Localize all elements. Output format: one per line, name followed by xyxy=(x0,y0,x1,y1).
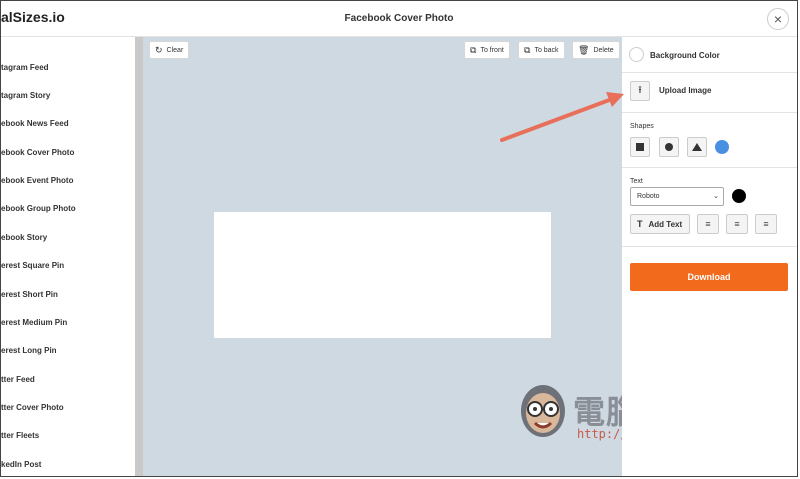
header: alSizes.io Facebook Cover Photo × xyxy=(1,1,797,37)
square-icon xyxy=(636,143,644,151)
upload-icon: ⭱ xyxy=(638,84,642,96)
align-center-icon: ≡ xyxy=(734,219,740,229)
shape-color-picker[interactable] xyxy=(715,140,729,154)
add-text-label: Add Text xyxy=(648,219,683,229)
text-title: Text xyxy=(630,178,643,185)
text-color-picker[interactable] xyxy=(732,189,746,203)
sidebar-item-facebook-group-photo[interactable]: ebook Group Photo xyxy=(1,204,76,213)
sidebar-item-twitter-fleets[interactable]: tter Fleets xyxy=(1,431,39,440)
refresh-icon: ↻ xyxy=(155,44,163,55)
align-right-icon: ≡ xyxy=(763,219,769,229)
to-back-label: To back xyxy=(534,46,559,54)
right-panel: Background Color ⭱ Upload Image Shapes T… xyxy=(622,37,797,476)
background-color-section: Background Color xyxy=(622,37,797,73)
square-shape-button[interactable] xyxy=(630,137,650,157)
send-back-icon: ⧉ xyxy=(524,44,531,55)
sidebar-item-linkedin-post[interactable]: kedIn Post xyxy=(1,460,41,469)
font-select[interactable]: Roboto ⌄ xyxy=(630,187,724,206)
sidebar-item-instagram-feed[interactable]: tagram Feed xyxy=(1,63,49,72)
align-left-icon: ≡ xyxy=(705,219,711,229)
align-left-button[interactable]: ≡ xyxy=(697,214,719,234)
sidebar: tagram Feed tagram Story ebook News Feed… xyxy=(1,37,135,476)
circle-shape-button[interactable] xyxy=(659,137,679,157)
sidebar-item-twitter-feed[interactable]: tter Feed xyxy=(1,375,35,384)
sidebar-scrollbar[interactable] xyxy=(135,37,143,476)
triangle-shape-button[interactable] xyxy=(687,137,707,157)
download-button[interactable]: Download xyxy=(630,263,788,291)
add-text-button[interactable]: T Add Text xyxy=(630,214,690,234)
background-color-swatch[interactable] xyxy=(629,47,644,62)
app-window: alSizes.io Facebook Cover Photo × tagram… xyxy=(0,0,798,477)
sidebar-item-pinterest-square-pin[interactable]: erest Square Pin xyxy=(1,261,64,270)
delete-button[interactable]: 🗑︎ Delete xyxy=(572,41,620,59)
canvas-area[interactable]: ↻ Clear ⧉ To front ⧉ To back 🗑︎ Delete xyxy=(143,37,743,476)
sidebar-item-pinterest-long-pin[interactable]: erest Long Pin xyxy=(1,346,57,355)
clear-button[interactable]: ↻ Clear xyxy=(149,41,190,59)
sidebar-item-instagram-story[interactable]: tagram Story xyxy=(1,91,50,100)
close-icon: × xyxy=(773,11,783,27)
sidebar-item-pinterest-medium-pin[interactable]: erest Medium Pin xyxy=(1,318,67,327)
to-back-button[interactable]: ⧉ To back xyxy=(518,41,565,59)
sidebar-item-facebook-event-photo[interactable]: ebook Event Photo xyxy=(1,176,73,185)
text-icon: T xyxy=(637,219,643,229)
to-front-label: To front xyxy=(480,46,504,54)
shapes-title: Shapes xyxy=(630,123,654,130)
sidebar-item-facebook-news-feed[interactable]: ebook News Feed xyxy=(1,119,69,128)
circle-icon xyxy=(665,143,673,151)
cover-canvas[interactable] xyxy=(214,212,551,338)
background-color-label: Background Color xyxy=(650,51,720,60)
clear-label: Clear xyxy=(166,46,184,54)
triangle-icon xyxy=(692,143,702,151)
delete-label: Delete xyxy=(593,46,614,54)
sidebar-item-pinterest-short-pin[interactable]: erest Short Pin xyxy=(1,290,58,299)
align-right-button[interactable]: ≡ xyxy=(755,214,777,234)
sidebar-item-facebook-story[interactable]: ebook Story xyxy=(1,233,47,242)
text-section: Text Roboto ⌄ T Add Text ≡ ≡ ≡ xyxy=(622,168,797,247)
to-front-button[interactable]: ⧉ To front xyxy=(464,41,510,59)
close-button[interactable]: × xyxy=(767,8,789,30)
trash-icon: 🗑︎ xyxy=(578,44,590,55)
bring-front-icon: ⧉ xyxy=(470,44,477,55)
upload-image-label[interactable]: Upload Image xyxy=(659,86,711,95)
upload-section: ⭱ Upload Image xyxy=(622,73,797,113)
chevron-down-icon: ⌄ xyxy=(713,193,719,200)
sidebar-item-facebook-cover-photo[interactable]: ebook Cover Photo xyxy=(1,148,74,157)
font-select-value: Roboto xyxy=(637,193,660,200)
upload-button[interactable]: ⭱ xyxy=(630,81,650,101)
align-center-button[interactable]: ≡ xyxy=(726,214,748,234)
shapes-section: Shapes xyxy=(622,113,797,168)
sidebar-item-twitter-cover-photo[interactable]: tter Cover Photo xyxy=(1,403,64,412)
mascot-logo xyxy=(521,385,565,437)
page-title: Facebook Cover Photo xyxy=(344,13,454,24)
